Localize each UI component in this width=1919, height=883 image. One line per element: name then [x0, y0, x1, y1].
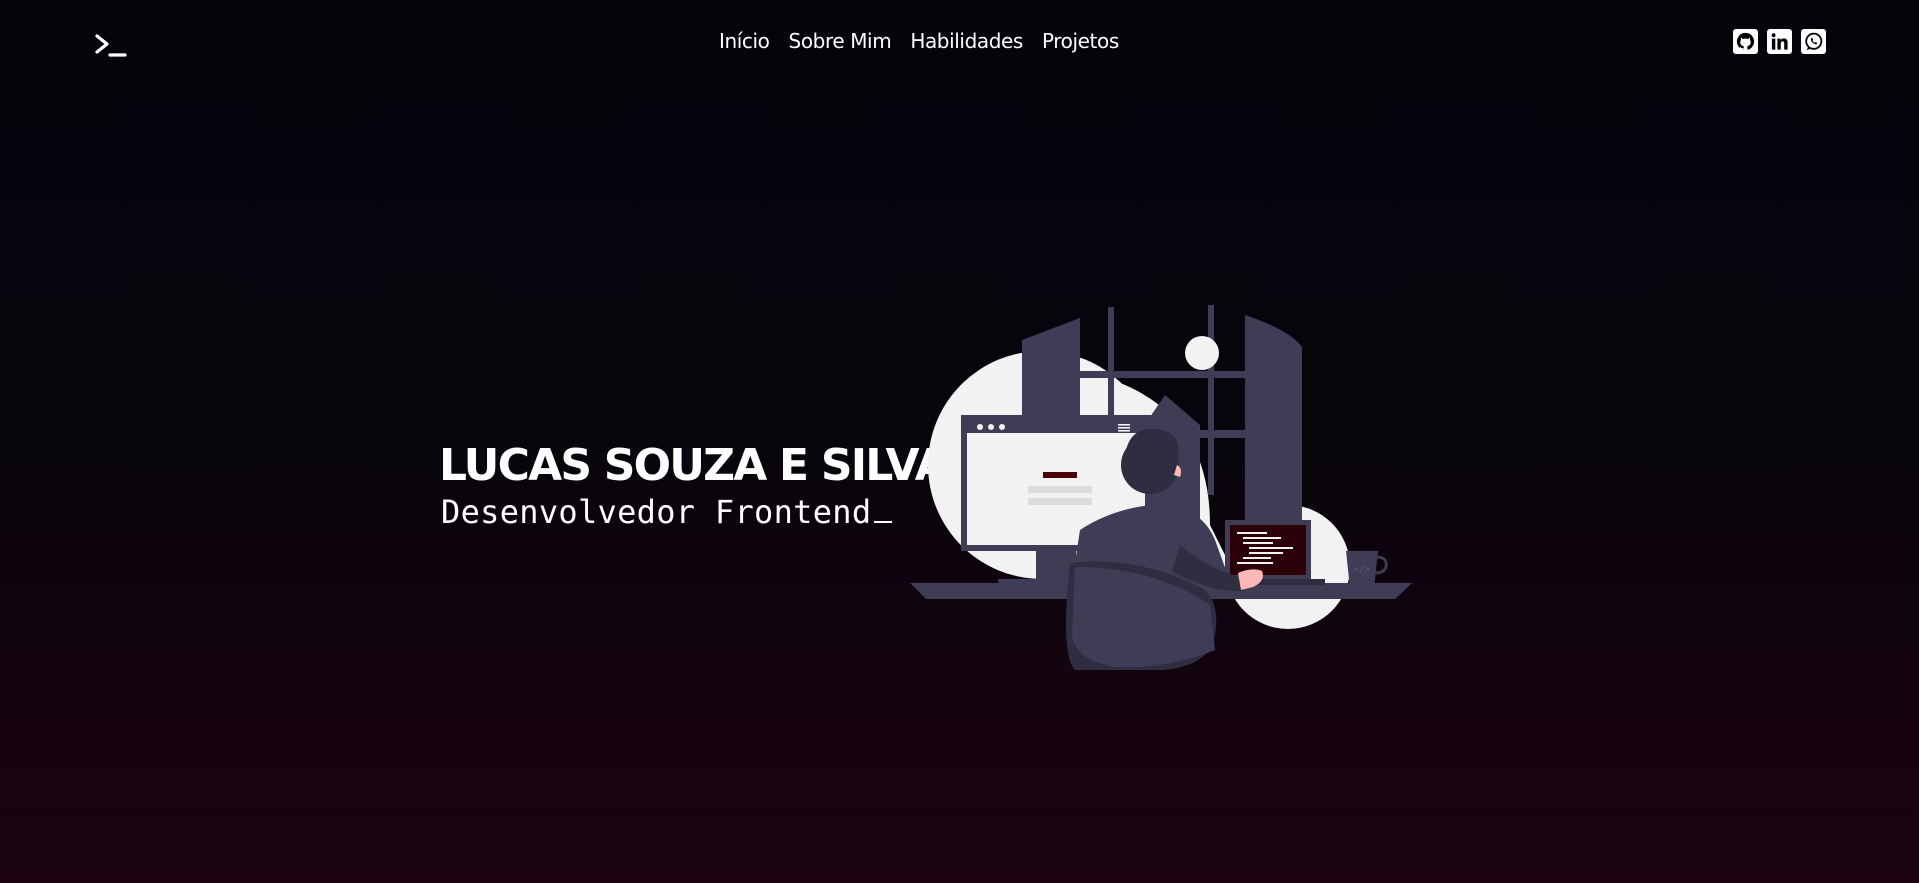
screen-text-line: [1028, 486, 1092, 493]
main-nav: Início Sobre Mim Habilidades Projetos: [719, 29, 1119, 53]
window-dot: [999, 424, 1005, 430]
github-icon[interactable]: [1733, 29, 1758, 54]
menu-icon-line: [1118, 430, 1130, 432]
developer-illustration: </>: [910, 305, 1412, 670]
code-symbol-icon: </>: [1354, 565, 1371, 575]
screen-text-line: [1028, 498, 1092, 505]
code-line: [1243, 557, 1271, 559]
window-dot: [977, 424, 983, 430]
nav-link-projetos[interactable]: Projetos: [1042, 29, 1119, 53]
nav-link-sobre-mim[interactable]: Sobre Mim: [789, 29, 892, 53]
code-line: [1237, 532, 1267, 534]
hero-name: LUCAS SOUZA E SILVA: [439, 440, 949, 491]
window-dot: [988, 424, 994, 430]
screen-accent-bar: [1043, 472, 1077, 478]
code-line: [1237, 562, 1273, 564]
moon-icon: [1185, 336, 1219, 370]
whatsapp-icon[interactable]: [1801, 29, 1826, 54]
code-line: [1249, 552, 1283, 554]
hero-role: Desenvolvedor Frontend: [441, 493, 872, 531]
code-line: [1243, 537, 1281, 539]
window-post-right: [1208, 305, 1214, 495]
typing-cursor: [874, 521, 893, 523]
linkedin-icon[interactable]: [1767, 29, 1792, 54]
menu-icon-line: [1118, 427, 1130, 429]
window-bar: [1080, 371, 1250, 378]
menu-icon-line: [1118, 424, 1130, 426]
nav-link-habilidades[interactable]: Habilidades: [910, 29, 1023, 53]
terminal-prompt-icon[interactable]: [95, 33, 127, 59]
right-window-panel: [1245, 315, 1302, 535]
code-line: [1249, 547, 1293, 549]
hero-role-line: Desenvolvedor Frontend: [441, 493, 893, 531]
nav-link-inicio[interactable]: Início: [719, 29, 770, 53]
social-links: [1733, 29, 1826, 54]
code-line: [1243, 542, 1273, 544]
